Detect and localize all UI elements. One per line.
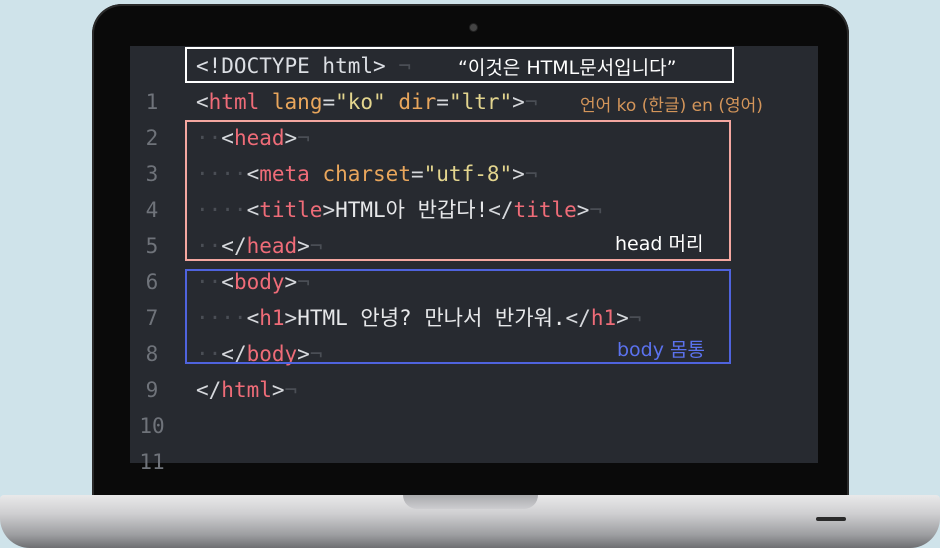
- line-number: 11: [139, 450, 165, 474]
- charset-value: "utf-8": [423, 162, 513, 186]
- code-line-11: 11: [130, 408, 818, 474]
- head-tag: head: [233, 126, 285, 150]
- code-line-9: 9 ··</body>¬: [130, 336, 818, 402]
- title-tag: title: [259, 198, 323, 222]
- eol-mark: ¬: [398, 54, 411, 78]
- webcam-icon: [470, 24, 477, 31]
- charset-attribute: charset: [322, 162, 411, 186]
- title-text: HTML아 반갑다!: [335, 198, 489, 222]
- code-line-8: 8 ····<h1>HTML 안녕? 만나서 반가워.</h1>¬: [130, 300, 818, 366]
- doctype-annotation: “이것은 HTML문서입니다”: [458, 57, 677, 79]
- html-tag: html: [208, 90, 260, 114]
- head-annotation: head 머리: [615, 233, 704, 255]
- code-line-3: 3 ··<head>¬: [130, 120, 818, 186]
- status-light: [816, 517, 846, 521]
- code-line-10: 10 </html>¬: [130, 372, 818, 438]
- code-line-4: 4 ····<meta charset="utf-8">¬: [130, 156, 818, 222]
- body-tag: body: [233, 270, 285, 294]
- dir-attribute: dir: [398, 90, 437, 114]
- lang-annotation: 언어 ko (한글) en (영어): [580, 96, 763, 116]
- dir-value: "ltr": [448, 90, 513, 114]
- code-line-7: 7 ··<body>¬: [130, 264, 818, 330]
- body-annotation: body 몸통: [617, 339, 705, 361]
- doctype-declaration: <!DOCTYPE html>: [196, 54, 386, 78]
- lang-attribute: lang: [271, 90, 323, 114]
- laptop-illustration: 1 <!DOCTYPE html> ¬ 2 <html lang="ko" di…: [0, 0, 940, 548]
- code-editor: 1 <!DOCTYPE html> ¬ 2 <html lang="ko" di…: [130, 46, 818, 474]
- h1-tag: h1: [259, 306, 285, 330]
- h1-text: HTML 안녕? 만나서 반가워.: [297, 306, 566, 330]
- laptop-opening-notch: [403, 495, 538, 509]
- code-line-6: 6 ··</head>¬: [130, 228, 818, 294]
- code-line-5: 5 ····<title>HTML아 반갑다!</title>¬: [130, 192, 818, 258]
- meta-tag: meta: [259, 162, 310, 186]
- lang-value: "ko": [335, 90, 386, 114]
